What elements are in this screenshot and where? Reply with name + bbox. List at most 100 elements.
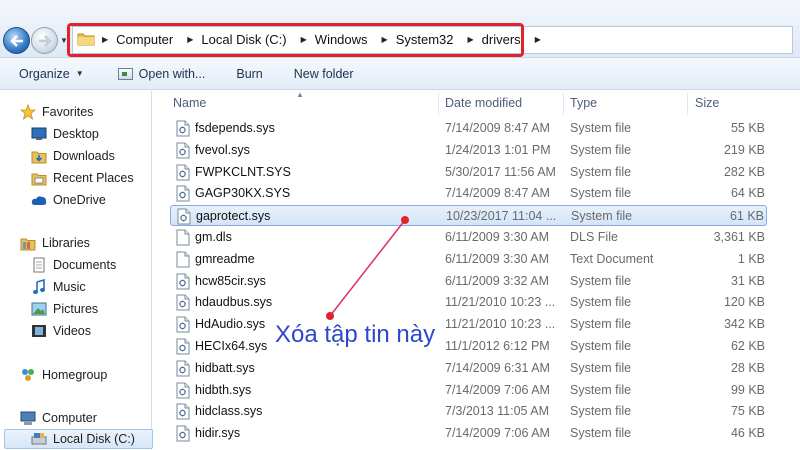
nav-desktop[interactable]: Desktop	[31, 124, 99, 144]
file-row[interactable]: gm.dls 6/11/2009 3:30 AM DLS File 3,361 KB	[170, 227, 767, 248]
nav-videos[interactable]: Videos	[31, 321, 91, 341]
nav-downloads-label: Downloads	[53, 149, 115, 163]
file-row[interactable]: hidbth.sys 7/14/2009 7:06 AM System file 99…	[170, 380, 767, 401]
file-row[interactable]: HdAudio.sys 11/21/2010 10:23 ... System fi…	[170, 314, 767, 335]
forward-button[interactable]	[31, 27, 58, 54]
music-note-icon	[31, 279, 47, 295]
file-type: Text Document	[570, 251, 654, 266]
file-row[interactable]: HECIx64.sys 11/1/2012 6:12 PM System file 6…	[170, 336, 767, 357]
new-folder-label: New folder	[293, 66, 354, 81]
open-with-label: Open with...	[138, 66, 206, 81]
column-divider[interactable]	[687, 93, 688, 115]
nav-favorites[interactable]: Favorites	[20, 102, 93, 122]
nav-local-disk[interactable]: Local Disk (C:)	[4, 429, 153, 449]
libraries-icon	[20, 235, 36, 251]
column-name[interactable]: Name	[173, 96, 206, 110]
file-row[interactable]: gaprotect.sys 10/23/2017 11:04 ... System …	[170, 205, 767, 227]
file-size: 3,361 KB	[713, 230, 765, 244]
file-date-modified: 6/11/2009 3:30 AM	[445, 251, 550, 266]
nav-desktop-label: Desktop	[53, 127, 99, 141]
file-row[interactable]: FWPKCLNT.SYS 5/30/2017 11:56 AM System fil…	[170, 162, 767, 183]
videos-icon	[31, 323, 47, 339]
file-row[interactable]: hcw85cir.sys 6/11/2009 3:32 AM System file…	[170, 271, 767, 292]
column-divider[interactable]	[563, 93, 564, 115]
system-file-icon	[176, 164, 190, 181]
file-date-modified: 1/24/2013 1:01 PM	[445, 142, 551, 157]
nav-documents[interactable]: Documents	[31, 255, 116, 275]
file-size: 75 KB	[730, 404, 765, 419]
column-date-modified[interactable]: Date modified	[445, 96, 522, 110]
file-date-modified: 11/21/2010 10:23 ...	[445, 295, 556, 310]
nav-downloads[interactable]: Downloads	[31, 146, 115, 166]
file-date-modified: 7/14/2009 8:47 AM	[445, 186, 550, 201]
file-type: System file	[570, 426, 632, 441]
column-size[interactable]: Size	[695, 96, 719, 110]
system-file-icon	[176, 403, 190, 420]
file-size: 99 KB	[730, 382, 765, 397]
file-type: System file	[571, 209, 633, 224]
file-size: 31 KB	[730, 273, 765, 288]
chevron-down-icon: ▼	[75, 69, 84, 78]
sort-ascending-icon: ▲	[296, 90, 304, 99]
burn-button[interactable]: Burn	[236, 67, 262, 81]
file-size: 219 KB	[723, 142, 765, 157]
open-with-icon	[117, 67, 133, 80]
forward-arrow-icon	[38, 34, 52, 47]
file-row[interactable]: hidbatt.sys 7/14/2009 6:31 AM System file 2…	[170, 358, 767, 379]
file-row[interactable]: fvevol.sys 1/24/2013 1:01 PM System file 21…	[170, 140, 767, 161]
back-button[interactable]	[3, 27, 30, 54]
nav-pictures[interactable]: Pictures	[31, 299, 98, 319]
system-file-icon	[177, 208, 191, 225]
file-type: System file	[570, 164, 632, 179]
file-type: System file	[570, 339, 632, 353]
file-row[interactable]: hidclass.sys 7/3/2013 11:05 AM System file…	[170, 401, 767, 422]
file-row[interactable]: gmreadme 6/11/2009 3:30 AM Text Document 1 …	[170, 249, 767, 270]
plain-file-icon	[176, 229, 190, 246]
file-type: System file	[570, 121, 632, 135]
open-with-button[interactable]: Open with...	[117, 66, 206, 81]
file-size: 55 KB	[730, 121, 765, 135]
organize-button[interactable]: Organize ▼	[19, 67, 84, 81]
file-row[interactable]: GAGP30KX.SYS 7/14/2009 8:47 AM System file…	[170, 183, 767, 204]
system-file-icon	[176, 185, 190, 202]
organize-label: Organize	[19, 66, 70, 81]
nav-computer[interactable]: Computer	[20, 408, 97, 428]
cloud-icon	[31, 192, 47, 208]
system-file-icon	[176, 338, 190, 355]
file-date-modified: 11/1/2012 6:12 PM	[445, 339, 550, 353]
file-name: HECIx64.sys	[195, 339, 268, 353]
file-name: hcw85cir.sys	[195, 273, 266, 288]
breadcrumb-separator-icon[interactable]: ▶	[535, 35, 541, 44]
file-name: GAGP30KX.SYS	[195, 186, 291, 201]
file-row[interactable]: hidir.sys 7/14/2009 7:06 AM System file 46 …	[170, 423, 767, 444]
star-icon	[20, 104, 36, 120]
nav-onedrive[interactable]: OneDrive	[31, 190, 106, 210]
file-row[interactable]: fsdepends.sys 7/14/2009 8:47 AM System fil…	[170, 118, 767, 139]
nav-music-label: Music	[53, 280, 86, 294]
file-date-modified: 6/11/2009 3:32 AM	[445, 273, 550, 288]
nav-libraries-label: Libraries	[42, 236, 90, 250]
column-divider[interactable]	[438, 93, 439, 115]
file-size: 46 KB	[730, 426, 765, 441]
documents-icon	[31, 257, 47, 273]
nav-homegroup[interactable]: Homegroup	[20, 365, 107, 385]
system-file-icon	[176, 142, 190, 159]
nav-computer-label: Computer	[42, 411, 97, 425]
new-folder-button[interactable]: New folder	[294, 67, 354, 81]
file-date-modified: 10/23/2017 11:04 ...	[446, 209, 557, 224]
nav-favorites-label: Favorites	[42, 105, 94, 119]
nav-music[interactable]: Music	[31, 277, 86, 297]
command-bar: Organize ▼ Open with... Burn New folder	[0, 58, 800, 90]
column-type[interactable]: Type	[570, 96, 597, 110]
back-arrow-icon	[9, 34, 23, 47]
nav-pictures-label: Pictures	[53, 302, 99, 316]
annotation-text: Xóa tập tin này	[275, 321, 436, 349]
file-date-modified: 6/11/2009 3:30 AM	[445, 230, 550, 244]
file-row[interactable]: hdaudbus.sys 11/21/2010 10:23 ... System f…	[170, 292, 767, 313]
system-file-icon	[176, 382, 190, 399]
address-bar-region: ▼ ▶ Computer ▶ Local Disk (C:) ▶ Windows…	[0, 0, 800, 58]
nav-videos-label: Videos	[53, 324, 91, 338]
file-date-modified: 11/21/2010 10:23 ...	[445, 317, 556, 332]
nav-libraries[interactable]: Libraries	[20, 233, 90, 253]
nav-recent-places[interactable]: Recent Places	[31, 168, 134, 188]
